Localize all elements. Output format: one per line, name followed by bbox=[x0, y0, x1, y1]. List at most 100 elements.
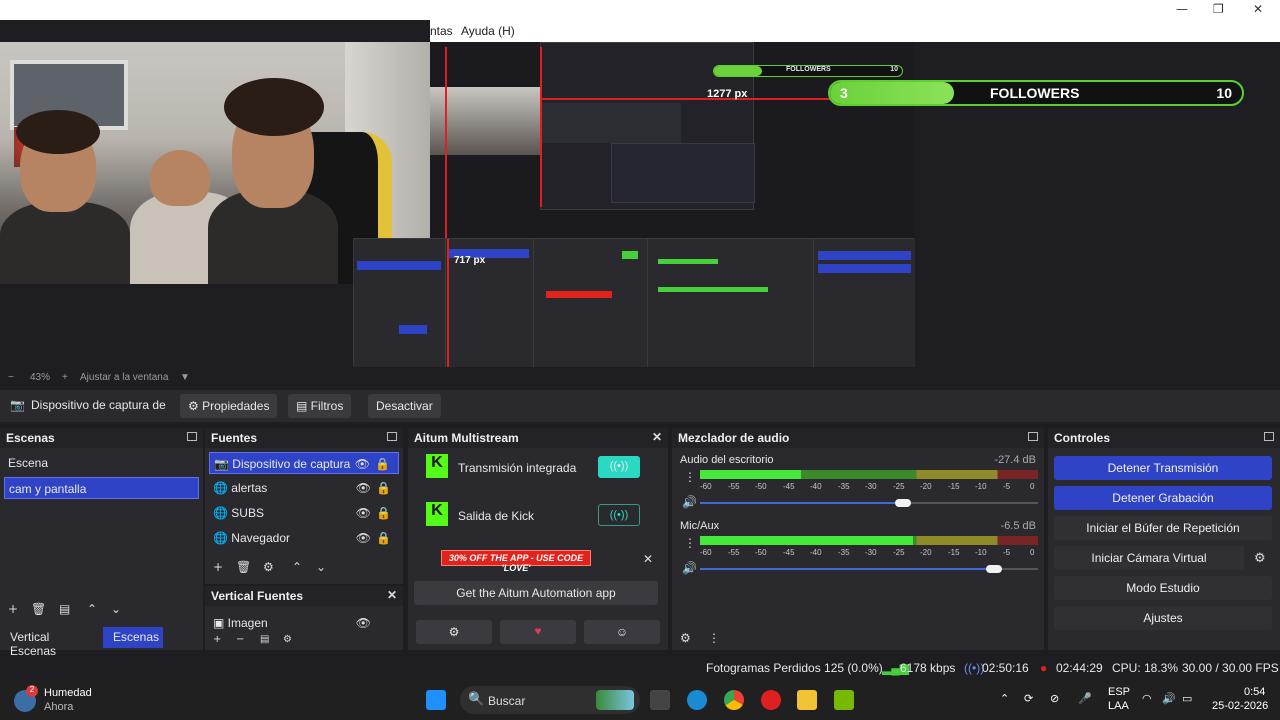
gear-icon[interactable]: ⚙ bbox=[680, 631, 691, 645]
discord-button[interactable]: ☺ bbox=[584, 620, 660, 644]
weather-label[interactable]: Humedad bbox=[44, 687, 92, 699]
stop-recording-button[interactable]: Detener Grabación bbox=[1054, 486, 1272, 510]
lock-icon[interactable]: 🔒 bbox=[376, 531, 391, 545]
gear-icon[interactable]: ⚙ bbox=[1254, 551, 1266, 566]
clock-date[interactable]: 25-02-2026 bbox=[1212, 700, 1268, 712]
trash-icon[interactable]: 🗑 bbox=[31, 602, 46, 616]
nested-followers-bar: FOLLOWERS 10 bbox=[713, 65, 903, 77]
task-view-icon[interactable] bbox=[650, 690, 670, 710]
tray-chevron-icon[interactable]: ⌃ bbox=[1000, 692, 1009, 705]
language-top[interactable]: ESP bbox=[1108, 686, 1130, 698]
eye-icon[interactable]: 👁 bbox=[356, 531, 371, 545]
followers-title: FOLLOWERS bbox=[990, 85, 1080, 101]
close-icon[interactable]: ✕ bbox=[387, 588, 397, 602]
properties-button[interactable]: ⚙ Propiedades bbox=[180, 394, 278, 418]
source-item-alertas[interactable]: 🌐 alertas 👁 🔒 bbox=[209, 477, 399, 499]
start-replay-buffer-button[interactable]: Iniciar el Búfer de Repetición bbox=[1054, 516, 1272, 540]
output-toggle-integrated[interactable]: ((•)) bbox=[598, 456, 640, 478]
volume-knob-mic[interactable] bbox=[986, 565, 1002, 573]
zoom-fit-label[interactable]: Ajustar a la ventana bbox=[80, 372, 168, 383]
obs-icon[interactable] bbox=[761, 690, 781, 710]
float-icon[interactable] bbox=[187, 432, 197, 441]
arrow-up-icon[interactable]: ⌃ bbox=[87, 602, 97, 616]
close-icon[interactable]: ✕ bbox=[643, 552, 653, 566]
tab-escenas[interactable]: Escenas bbox=[103, 627, 163, 648]
kebab-menu-icon[interactable]: ⋮ bbox=[684, 470, 696, 484]
wifi-icon[interactable]: ◠ bbox=[1142, 692, 1152, 705]
speaker-icon[interactable]: 🔊 bbox=[682, 561, 697, 575]
source-item-navegador[interactable]: 🌐 Navegador 👁 🔒 bbox=[209, 527, 399, 549]
taskbar-search[interactable]: 🔍 Buscar bbox=[460, 686, 640, 714]
filter-icon[interactable]: ▤ bbox=[260, 634, 269, 645]
windows-start-icon[interactable] bbox=[426, 690, 446, 710]
deactivate-button[interactable]: Desactivar bbox=[368, 394, 441, 418]
trash-icon[interactable]: 🗑 bbox=[236, 560, 251, 574]
studio-mode-button[interactable]: Modo Estudio bbox=[1054, 576, 1272, 600]
volume-icon[interactable]: 🔊 bbox=[1162, 692, 1176, 705]
nested-control-stream bbox=[818, 251, 911, 260]
settings-button[interactable]: ⚙ bbox=[416, 620, 492, 644]
lock-icon[interactable]: 🔒 bbox=[376, 506, 391, 520]
filter-icon: ▤ bbox=[296, 399, 311, 413]
nested-obs-screenshot: 717 px bbox=[353, 238, 915, 367]
scene-item-escena[interactable]: Escena bbox=[4, 452, 199, 474]
lock-icon[interactable]: 🔒 bbox=[375, 457, 390, 471]
add-icon[interactable]: + bbox=[213, 634, 221, 645]
microphone-icon[interactable]: 🎤 bbox=[1078, 692, 1092, 705]
gear-icon[interactable]: ⚙ bbox=[263, 560, 274, 574]
promo-banner[interactable]: 30% OFF THE APP - USE CODE 'LOVE' bbox=[441, 550, 591, 573]
stop-stream-button[interactable]: Detener Transmisión bbox=[1054, 456, 1272, 480]
arrow-down-icon[interactable]: ⌄ bbox=[316, 560, 326, 574]
donate-button[interactable]: ♥ bbox=[500, 620, 576, 644]
filters-button[interactable]: ▤ Filtros bbox=[288, 394, 352, 418]
float-icon[interactable] bbox=[1028, 432, 1038, 441]
sync-icon[interactable]: ⟳ bbox=[1024, 692, 1033, 705]
lock-icon[interactable]: 🔒 bbox=[376, 481, 391, 495]
file-explorer-icon[interactable] bbox=[797, 690, 817, 710]
menu-item-help[interactable]: Ayuda (H) bbox=[461, 24, 515, 38]
minus-icon[interactable]: − bbox=[236, 634, 244, 645]
add-icon[interactable]: + bbox=[213, 560, 223, 574]
output-toggle-kick[interactable]: ((•)) bbox=[598, 504, 640, 526]
nested-meter-1 bbox=[658, 259, 718, 264]
zoom-dropdown-icon[interactable]: ▼ bbox=[180, 372, 190, 383]
maximize-button[interactable]: ❐ bbox=[1213, 2, 1224, 16]
eye-icon[interactable]: 👁 bbox=[355, 457, 370, 471]
menu-item-tools[interactable]: ntas bbox=[430, 24, 453, 38]
get-automation-button[interactable]: Get the Aitum Automation app bbox=[414, 581, 658, 605]
source-item-capture[interactable]: 📷 Dispositivo de captura 👁 🔒 bbox=[209, 452, 399, 474]
speaker-icon[interactable]: 🔊 bbox=[682, 495, 697, 509]
close-window-button[interactable]: ✕ bbox=[1253, 2, 1263, 16]
language-bottom[interactable]: LAA bbox=[1108, 700, 1129, 712]
close-icon[interactable]: ✕ bbox=[652, 430, 662, 444]
eye-icon[interactable]: 👁 bbox=[356, 481, 371, 495]
network-off-icon[interactable]: ⊘ bbox=[1050, 692, 1059, 705]
kebab-menu-icon[interactable]: ⋮ bbox=[708, 631, 720, 645]
source-item-subs[interactable]: 🌐 SUBS 👁 🔒 bbox=[209, 502, 399, 524]
edge-icon[interactable] bbox=[687, 690, 707, 710]
minimize-button[interactable]: — bbox=[1176, 2, 1188, 16]
tab-vertical-escenas[interactable]: Vertical Escenas bbox=[4, 627, 100, 658]
float-icon[interactable] bbox=[387, 432, 397, 441]
battery-icon[interactable]: ▭ bbox=[1182, 692, 1192, 705]
clock-time[interactable]: 0:54 bbox=[1244, 686, 1265, 698]
add-icon[interactable]: + bbox=[8, 602, 18, 616]
vertical-source-item-imagen[interactable]: ▣ Imagen 👁 bbox=[209, 612, 399, 634]
arrow-down-icon[interactable]: ⌄ bbox=[111, 602, 121, 616]
gear-icon[interactable]: ⚙ bbox=[283, 634, 292, 645]
eye-icon[interactable]: 👁 bbox=[356, 506, 371, 520]
nvidia-icon[interactable] bbox=[834, 690, 854, 710]
filter-icon[interactable]: ▤ bbox=[59, 602, 70, 616]
scene-item-cam-y-pantalla[interactable]: cam y pantalla bbox=[4, 477, 199, 499]
chrome-icon[interactable] bbox=[724, 690, 744, 710]
start-virtual-camera-button[interactable]: Iniciar Cámara Virtual bbox=[1054, 546, 1244, 570]
kebab-menu-icon[interactable]: ⋮ bbox=[684, 536, 696, 550]
volume-knob-desktop[interactable] bbox=[895, 499, 911, 507]
eye-icon[interactable]: 👁 bbox=[356, 616, 371, 630]
float-icon[interactable] bbox=[1264, 432, 1274, 441]
zoom-in-button[interactable]: + bbox=[62, 372, 68, 383]
settings-button[interactable]: Ajustes bbox=[1054, 606, 1272, 630]
preview-area[interactable]: FOLLOWERS 10 1277 px 717 px 3 FOLLOWERS … bbox=[0, 42, 1280, 370]
zoom-out-button[interactable]: − bbox=[8, 372, 14, 383]
arrow-up-icon[interactable]: ⌃ bbox=[292, 560, 302, 574]
